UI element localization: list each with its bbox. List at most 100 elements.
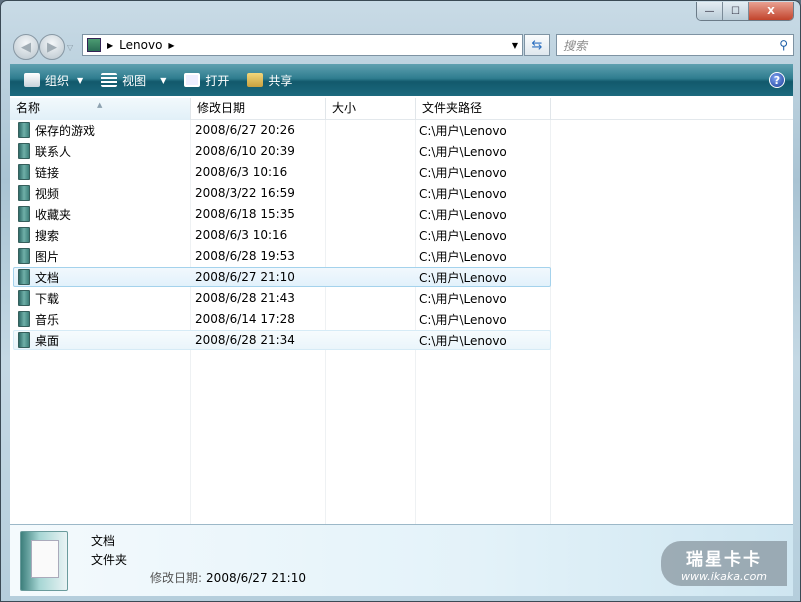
name-cell: 文档 xyxy=(14,269,191,286)
item-name: 图片 xyxy=(35,249,60,264)
organize-icon xyxy=(24,73,40,87)
views-button[interactable]: 视图 ▼ xyxy=(97,68,170,92)
breadcrumb-lenovo[interactable]: Lenovo xyxy=(119,38,162,52)
list-item[interactable]: 图片 2008/6/28 19:53 C:\用户\Lenovo xyxy=(13,246,551,266)
details-modified-value: 2008/6/27 21:10 xyxy=(206,571,306,585)
open-button[interactable]: 打开 xyxy=(180,68,233,92)
name-cell: 搜索 xyxy=(14,227,191,244)
explorer-window: — ☐ X ◀ ▶ ▽ ▶ Lenovo ▶ ▼ ⇆ 搜索 ⚲ 组织 ▼ 视图 ▼ … xyxy=(0,0,801,602)
chevron-down-icon[interactable]: ▼ xyxy=(160,76,166,85)
details-pane: 文档 文件夹 修改日期: 2008/6/27 21:10 瑞星卡卡 www.ikak… xyxy=(10,524,793,596)
searches-folder-icon xyxy=(18,227,30,243)
search-icon[interactable]: ⚲ xyxy=(779,38,788,52)
search-input[interactable]: 搜索 ⚲ xyxy=(556,34,794,56)
recent-pages-dropdown[interactable]: ▽ xyxy=(67,43,73,52)
desktop-folder-icon xyxy=(18,332,30,348)
item-name: 视频 xyxy=(35,186,60,201)
date-cell: 2008/6/28 19:53 xyxy=(195,249,295,263)
path-cell: C:\用户\Lenovo xyxy=(419,312,507,327)
item-name: 音乐 xyxy=(35,312,60,327)
chevron-down-icon: ▼ xyxy=(77,75,84,85)
name-cell: 桌面 xyxy=(14,332,191,349)
date-cell: 2008/6/27 21:10 xyxy=(195,270,295,284)
date-cell: 2008/6/3 10:16 xyxy=(195,165,288,179)
item-name: 文档 xyxy=(35,270,60,285)
sort-ascending-icon: ▲ xyxy=(97,101,103,109)
list-item[interactable]: 视频 2008/3/22 16:59 C:\用户\Lenovo xyxy=(13,183,551,203)
file-list: ▲ 名称 修改日期 大小 文件夹路径 保存的游戏 2008/6/27 20:26 … xyxy=(10,96,793,524)
date-cell: 2008/6/18 15:35 xyxy=(195,207,295,221)
path-cell: C:\用户\Lenovo xyxy=(419,249,507,264)
path-cell: C:\用户\Lenovo xyxy=(419,228,507,243)
list-item[interactable]: 桌面 2008/6/28 21:34 C:\用户\Lenovo xyxy=(13,330,551,350)
path-cell: C:\用户\Lenovo xyxy=(419,333,507,348)
address-bar[interactable]: ▶ Lenovo ▶ ▼ xyxy=(82,34,523,56)
watermark-logo: 瑞星卡卡 www.ikaka.com xyxy=(661,541,787,586)
views-icon xyxy=(101,73,118,87)
column-header-date[interactable]: 修改日期 xyxy=(191,98,326,120)
command-bar: 组织 ▼ 视图 ▼ 打开 共享 ? xyxy=(10,64,793,96)
list-item[interactable]: 文档 2008/6/27 21:10 C:\用户\Lenovo xyxy=(13,267,551,287)
contacts-folder-icon xyxy=(18,143,30,159)
list-item[interactable]: 联系人 2008/6/10 20:39 C:\用户\Lenovo xyxy=(13,141,551,161)
back-button[interactable]: ◀ xyxy=(13,34,39,60)
list-item[interactable]: 保存的游戏 2008/6/27 20:26 C:\用户\Lenovo xyxy=(13,120,551,140)
search-placeholder: 搜索 xyxy=(563,38,588,53)
back-arrow-icon: ◀ xyxy=(21,39,31,55)
maximize-button[interactable]: ☐ xyxy=(723,2,749,20)
downloads-folder-icon xyxy=(18,290,30,306)
path-cell: C:\用户\Lenovo xyxy=(419,123,507,138)
favorites-folder-icon xyxy=(18,206,30,222)
organize-label: 组织 xyxy=(45,73,70,88)
list-item[interactable]: 搜索 2008/6/3 10:16 C:\用户\Lenovo xyxy=(13,225,551,245)
path-cell: C:\用户\Lenovo xyxy=(419,186,507,201)
list-item[interactable]: 下载 2008/6/28 21:43 C:\用户\Lenovo xyxy=(13,288,551,308)
breadcrumb-separator-icon[interactable]: ▶ xyxy=(107,41,113,50)
name-cell: 保存的游戏 xyxy=(14,122,191,139)
list-item[interactable]: 收藏夹 2008/6/18 15:35 C:\用户\Lenovo xyxy=(13,204,551,224)
item-name: 收藏夹 xyxy=(35,207,72,222)
name-cell: 下载 xyxy=(14,290,191,307)
details-item-type: 文件夹 xyxy=(91,553,128,567)
list-item[interactable]: 音乐 2008/6/14 17:28 C:\用户\Lenovo xyxy=(13,309,551,329)
item-name: 链接 xyxy=(35,165,60,180)
caption-buttons: — ☐ X xyxy=(696,2,794,21)
documents-folder-icon xyxy=(18,269,30,285)
refresh-button[interactable]: ⇆ xyxy=(524,34,550,56)
open-label: 打开 xyxy=(205,73,230,88)
column-header-size[interactable]: 大小 xyxy=(326,98,416,120)
documents-folder-large-icon xyxy=(20,531,68,591)
refresh-icon: ⇆ xyxy=(531,37,543,53)
path-cell: C:\用户\Lenovo xyxy=(419,144,507,159)
details-modified: 修改日期: 2008/6/27 21:10 xyxy=(150,569,306,586)
share-label: 共享 xyxy=(268,73,293,88)
path-cell: C:\用户\Lenovo xyxy=(419,291,507,306)
minimize-button[interactable]: — xyxy=(697,2,723,20)
column-header-path[interactable]: 文件夹路径 xyxy=(416,98,551,120)
pictures-folder-icon xyxy=(18,248,30,264)
item-name: 联系人 xyxy=(35,144,72,159)
name-cell: 联系人 xyxy=(14,143,191,160)
item-name: 保存的游戏 xyxy=(35,123,96,138)
share-button[interactable]: 共享 xyxy=(243,68,296,92)
path-cell: C:\用户\Lenovo xyxy=(419,165,507,180)
help-icon[interactable]: ? xyxy=(769,72,785,88)
path-cell: C:\用户\Lenovo xyxy=(419,270,507,285)
list-item[interactable]: 链接 2008/6/3 10:16 C:\用户\Lenovo xyxy=(13,162,551,182)
forward-arrow-icon: ▶ xyxy=(47,39,57,55)
item-name: 搜索 xyxy=(35,228,60,243)
open-icon xyxy=(184,73,201,87)
item-name: 下载 xyxy=(35,291,60,306)
name-cell: 链接 xyxy=(14,164,191,181)
forward-button[interactable]: ▶ xyxy=(39,34,65,60)
date-cell: 2008/6/28 21:34 xyxy=(195,333,295,347)
date-cell: 2008/6/28 21:43 xyxy=(195,291,295,305)
close-button[interactable]: X xyxy=(749,2,793,20)
name-cell: 图片 xyxy=(14,248,191,265)
date-cell: 2008/6/10 20:39 xyxy=(195,144,295,158)
organize-button[interactable]: 组织 ▼ xyxy=(20,68,87,92)
breadcrumb-separator-icon[interactable]: ▶ xyxy=(168,41,174,50)
date-cell: 2008/3/22 16:59 xyxy=(195,186,295,200)
column-header-name[interactable]: ▲ 名称 xyxy=(10,98,191,120)
address-dropdown-icon[interactable]: ▼ xyxy=(512,41,518,50)
